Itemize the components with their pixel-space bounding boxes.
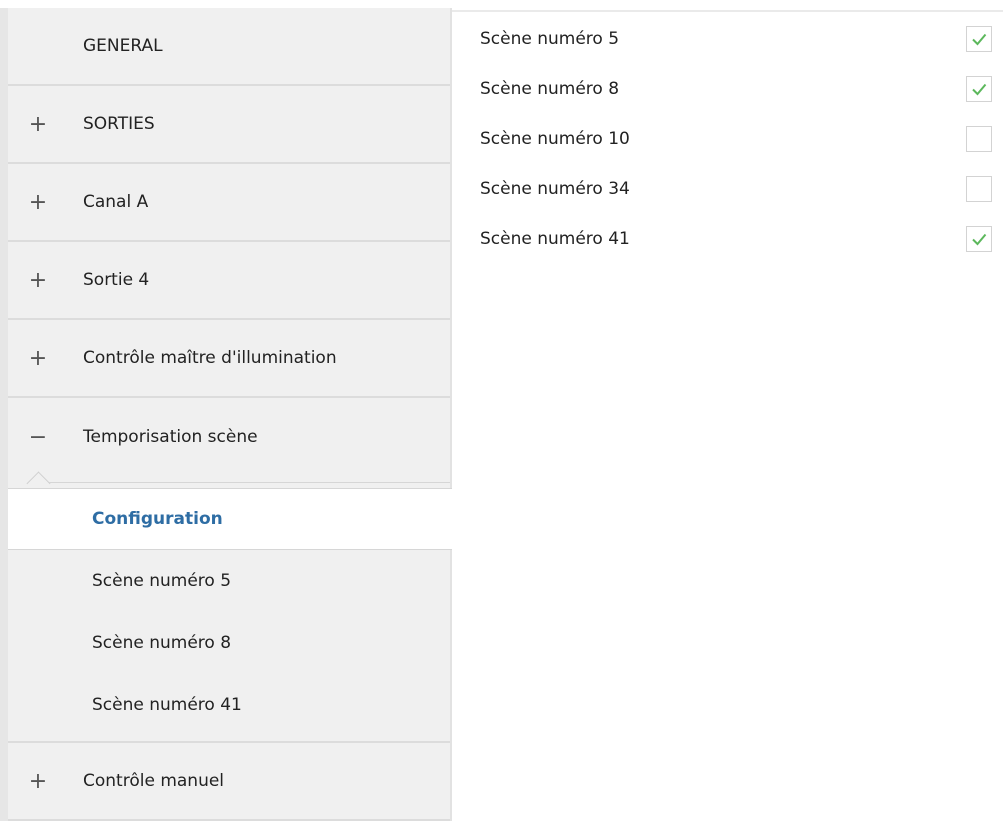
sidebar-item-label: Temporisation scène [83, 427, 258, 447]
sidebar-item-label: SORTIES [83, 114, 155, 134]
expand-icon: + [28, 768, 48, 794]
top-divider [452, 10, 1003, 12]
sidebar: GENERAL + SORTIES + Canal A + Sortie 4 +… [0, 8, 452, 821]
scene-row: Scène numéro 8 [452, 64, 1003, 114]
scene-checkbox[interactable] [966, 76, 992, 102]
scene-row: Scène numéro 34 [452, 164, 1003, 214]
sidebar-item-label: Contrôle manuel [83, 771, 225, 791]
expand-icon: + [28, 111, 48, 137]
sidebar-item-canal-a[interactable]: + Canal A [8, 164, 452, 242]
sidebar-item-label: Canal A [83, 192, 149, 212]
collapse-icon: − [28, 424, 48, 450]
expand-icon: + [28, 189, 48, 215]
scene-row: Scène numéro 5 [452, 14, 1003, 64]
checkmark-icon [972, 33, 987, 46]
scene-row: Scène numéro 10 [452, 114, 1003, 164]
sidebar-item-label: Contrôle maître d'illumination [83, 348, 337, 368]
scene-label: Scène numéro 5 [480, 29, 620, 49]
checkmark-icon [972, 83, 987, 96]
sidebar-item-general[interactable]: GENERAL [8, 8, 452, 86]
expand-icon: + [28, 267, 48, 293]
scene-label: Scène numéro 34 [480, 179, 630, 199]
scene-label: Scène numéro 41 [480, 229, 630, 249]
checkmark-icon [972, 233, 987, 246]
scene-checkbox[interactable] [966, 26, 992, 52]
scene-label: Scène numéro 8 [480, 79, 620, 99]
scene-checkbox[interactable] [966, 176, 992, 202]
scene-checkbox[interactable] [966, 226, 992, 252]
scene-label: Scène numéro 10 [480, 129, 630, 149]
sidebar-item-temporisation-scene[interactable]: − Temporisation scène [8, 398, 452, 476]
sidebar-item-label: GENERAL [83, 36, 163, 56]
sidebar-subitem-configuration[interactable]: Configuration [8, 488, 452, 550]
sidebar-subitem-scene-8[interactable]: Scène numéro 8 [8, 612, 452, 674]
sidebar-subitem-scene-41[interactable]: Scène numéro 41 [8, 674, 452, 736]
sidebar-item-controle-manuel[interactable]: + Contrôle manuel [8, 743, 452, 821]
submenu-divider [48, 482, 452, 483]
expand-icon: + [28, 345, 48, 371]
sidebar-item-controle-maitre[interactable]: + Contrôle maître d'illumination [8, 320, 452, 398]
scene-checkbox[interactable] [966, 126, 992, 152]
sidebar-submenu: Configuration Scène numéro 5 Scène numér… [8, 471, 452, 743]
sidebar-item-sortie-4[interactable]: + Sortie 4 [8, 242, 452, 320]
scene-row: Scène numéro 41 [452, 214, 1003, 264]
scene-config-panel: Scène numéro 5 Scène numéro 8 Scène numé… [452, 14, 1003, 264]
sidebar-item-sorties[interactable]: + SORTIES [8, 86, 452, 164]
sidebar-subitem-scene-5[interactable]: Scène numéro 5 [8, 550, 452, 612]
sidebar-item-label: Sortie 4 [83, 270, 150, 290]
